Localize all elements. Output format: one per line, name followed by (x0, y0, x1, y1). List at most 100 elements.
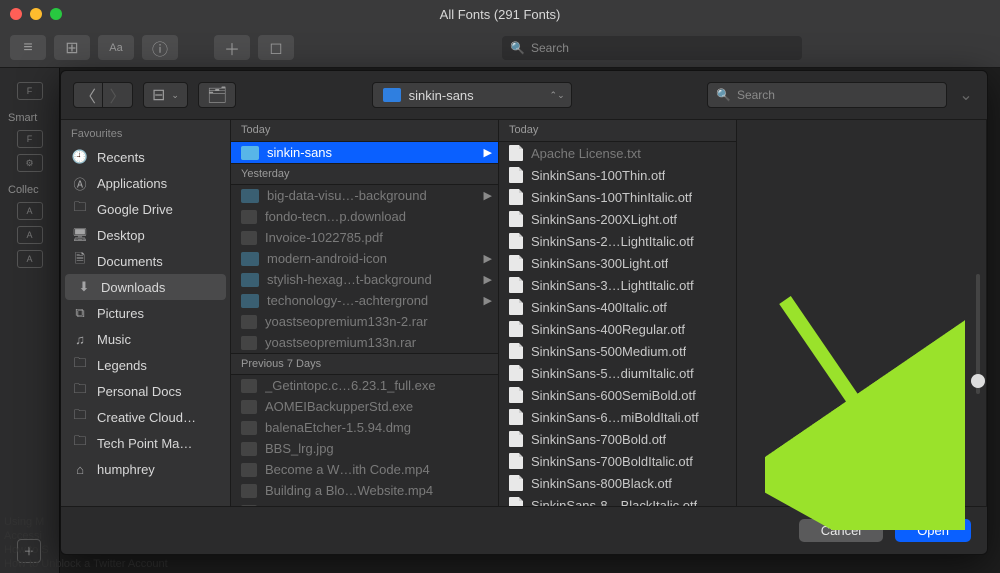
sidebar-item-humphrey[interactable]: ⌂humphrey (61, 456, 230, 482)
dialog-search-input[interactable]: 🔍 Search (707, 82, 947, 108)
file-label: Etcher_1_5_79.dmg (265, 504, 382, 506)
toolbar-grid-icon[interactable]: ⊞ (54, 35, 90, 60)
toolbar-aa-icon[interactable]: Aa (98, 35, 134, 60)
file-label: big-data-visu…-background (267, 188, 427, 203)
file-row[interactable]: SinkinSans-400Italic.otf (499, 296, 736, 318)
file-row[interactable]: BBS_lrg.jpg (231, 438, 498, 459)
toolbar-stop-icon[interactable]: ◻ (258, 35, 294, 60)
file-icon (241, 315, 257, 329)
file-row[interactable]: SinkinSans-300Light.otf (499, 252, 736, 274)
file-label: SinkinSans-200XLight.otf (531, 212, 677, 227)
file-row[interactable]: SinkinSans-200XLight.otf (499, 208, 736, 230)
sidebar-item-recents[interactable]: 🕘Recents (61, 144, 230, 170)
sidebar-item-tech-point-ma-[interactable]: 🗀Tech Point Ma… (61, 430, 230, 456)
file-label: sinkin-sans (267, 145, 332, 160)
file-row[interactable]: sinkin-sans▶ (231, 142, 498, 163)
file-row[interactable]: SinkinSans-800Black.otf (499, 472, 736, 494)
updown-icon: ⌃⌄ (550, 90, 565, 101)
file-row[interactable]: SinkinSans-700BoldItalic.otf (499, 450, 736, 472)
file-row[interactable]: SinkinSans-600SemiBold.otf (499, 384, 736, 406)
sidebar-item-label: Downloads (101, 280, 165, 295)
file-row[interactable]: SinkinSans-500Medium.otf (499, 340, 736, 362)
open-button[interactable]: Open (895, 519, 971, 542)
sidebar-item-label: Desktop (97, 228, 145, 243)
document-icon (509, 167, 523, 183)
file-row[interactable]: modern-android-icon▶ (231, 248, 498, 269)
bg-sidebar-item[interactable]: A (17, 202, 43, 220)
file-row[interactable]: fondo-tecn…p.download (231, 206, 498, 227)
main-search-input[interactable]: 🔍 Search (502, 36, 802, 60)
file-row[interactable]: SinkinSans-6…miBoldItali.otf (499, 406, 736, 428)
file-label: SinkinSans-100ThinItalic.otf (531, 190, 692, 205)
file-row[interactable]: Etcher_1_5_79.dmg (231, 501, 498, 506)
volume-slider-knob[interactable] (971, 374, 985, 388)
nav-forward-button[interactable]: 〉 (103, 82, 133, 108)
sidebar-item-desktop[interactable]: 🖥Desktop (61, 222, 230, 248)
file-label: AOMEIBackupperStd.exe (265, 399, 413, 414)
file-row[interactable]: big-data-visu…-background▶ (231, 185, 498, 206)
file-label: BBS_lrg.jpg (265, 441, 334, 456)
bg-sidebar-item[interactable]: A (17, 250, 43, 268)
bg-sidebar-item[interactable]: F (17, 130, 43, 148)
file-row[interactable]: SinkinSans-100Thin.otf (499, 164, 736, 186)
view-mode-selector[interactable]: ⊟ ⌄ (143, 82, 188, 108)
file-row[interactable]: SinkinSans-2…LightItalic.otf (499, 230, 736, 252)
file-row[interactable]: SinkinSans-3…LightItalic.otf (499, 274, 736, 296)
file-label: _Getintopc.c…6.23.1_full.exe (265, 378, 436, 393)
sidebar-item-downloads[interactable]: ⬇Downloads (65, 274, 226, 300)
search-icon: 🔍 (716, 88, 731, 102)
chevron-right-icon: ▶ (484, 273, 492, 286)
file-row[interactable]: Apache License.txt (499, 142, 736, 164)
file-row[interactable]: stylish-hexag…t-background▶ (231, 269, 498, 290)
file-row[interactable]: SinkinSans-100ThinItalic.otf (499, 186, 736, 208)
sidebar-item-applications[interactable]: ⒶApplications (61, 170, 230, 196)
cancel-button[interactable]: Cancel (799, 519, 883, 542)
sidebar-item-google-drive[interactable]: 🗀Google Drive (61, 196, 230, 222)
file-label: Apache License.txt (531, 146, 641, 161)
file-row[interactable]: balenaEtcher-1.5.94.dmg (231, 417, 498, 438)
file-row[interactable]: SinkinSans-400Regular.otf (499, 318, 736, 340)
file-row[interactable]: Building a Blo…Website.mp4 (231, 480, 498, 501)
toolbar-list-icon[interactable]: ≡ (10, 35, 46, 60)
document-icon (509, 299, 523, 315)
file-row[interactable]: Become a W…ith Code.mp4 (231, 459, 498, 480)
folder-contents-column: Today Apache License.txt SinkinSans-100Th… (499, 120, 737, 506)
file-row[interactable]: techonology-…-achtergrond▶ (231, 290, 498, 311)
toolbar-add-button[interactable]: ＋ (214, 35, 250, 60)
file-label: SinkinSans-300Light.otf (531, 256, 668, 271)
sidebar-item-documents[interactable]: 🗎Documents (61, 248, 230, 274)
file-icon (241, 421, 257, 435)
section-header-today: Today (231, 120, 498, 142)
dialog-toolbar: 〈 〉 ⊟ ⌄ 🗂 sinkin-sans ⌃⌄ 🔍 Search ⌄ (61, 71, 987, 119)
bg-sidebar-item[interactable]: A (17, 226, 43, 244)
sidebar-item-label: Creative Cloud… (97, 410, 196, 425)
file-label: SinkinSans-8…BlackItalic.otf (531, 498, 697, 507)
folder-icon (241, 294, 259, 308)
volume-slider-icon[interactable]: ⌄ (957, 85, 975, 105)
file-row[interactable]: yoastseopremium133n-2.rar (231, 311, 498, 332)
file-row[interactable]: Invoice-1022785.pdf (231, 227, 498, 248)
sidebar-item-label: Legends (97, 358, 147, 373)
sidebar-item-pictures[interactable]: ⧉Pictures (61, 300, 230, 326)
toolbar-info-icon[interactable]: ⓘ (142, 35, 178, 60)
file-row[interactable]: _Getintopc.c…6.23.1_full.exe (231, 375, 498, 396)
sidebar-item-music[interactable]: ♫Music (61, 326, 230, 352)
section-header-today: Today (499, 120, 736, 142)
sidebar-item-creative-cloud-[interactable]: 🗀Creative Cloud… (61, 404, 230, 430)
action-menu-button[interactable]: 🗂 (198, 82, 236, 108)
file-row[interactable]: SinkinSans-700Bold.otf (499, 428, 736, 450)
nav-back-button[interactable]: 〈 (73, 82, 103, 108)
file-label: Building a Blo…Website.mp4 (265, 483, 433, 498)
file-row[interactable]: SinkinSans-8…BlackItalic.otf (499, 494, 736, 506)
bg-sidebar-item[interactable]: F (17, 82, 43, 100)
bg-sidebar-gear-icon[interactable]: ⚙ (17, 154, 43, 172)
sidebar-item-legends[interactable]: 🗀Legends (61, 352, 230, 378)
open-file-dialog: 〈 〉 ⊟ ⌄ 🗂 sinkin-sans ⌃⌄ 🔍 Search ⌄ Favo… (60, 70, 988, 555)
folder-icon: 🗀 (71, 383, 89, 399)
file-row[interactable]: AOMEIBackupperStd.exe (231, 396, 498, 417)
file-row[interactable]: SinkinSans-5…diumItalic.otf (499, 362, 736, 384)
sidebar-item-personal-docs[interactable]: 🗀Personal Docs (61, 378, 230, 404)
search-placeholder: Search (531, 41, 569, 55)
path-control[interactable]: sinkin-sans ⌃⌄ (372, 82, 572, 108)
file-row[interactable]: yoastseopremium133n.rar (231, 332, 498, 353)
